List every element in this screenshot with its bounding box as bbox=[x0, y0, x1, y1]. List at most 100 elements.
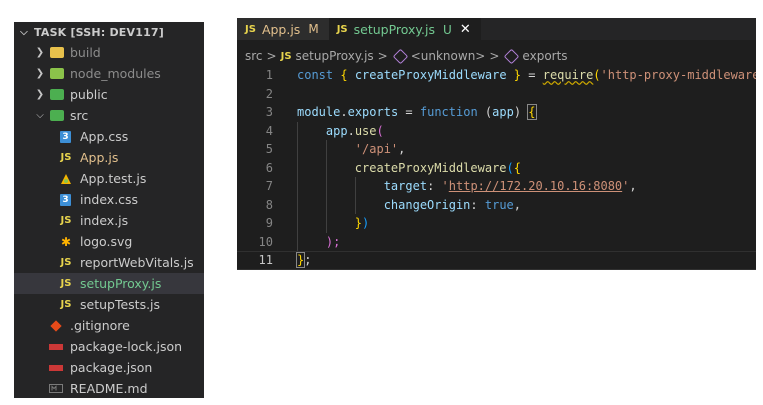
code-line: 10 ); bbox=[237, 232, 756, 251]
tab-app-js[interactable]: JS App.js M bbox=[237, 18, 329, 40]
tree-item-label: README.md bbox=[70, 381, 148, 396]
line-number: 1 bbox=[265, 68, 273, 83]
tab-setup-proxy[interactable]: JS setupProxy.js U ✕ bbox=[328, 18, 481, 40]
line-number: 10 bbox=[258, 234, 273, 249]
markdown-file-icon bbox=[48, 382, 64, 396]
close-icon[interactable]: ✕ bbox=[460, 22, 471, 37]
indent-guide bbox=[326, 214, 327, 233]
line-text: changeOrigin: true, bbox=[383, 197, 522, 212]
line-number: 5 bbox=[265, 142, 273, 157]
line-text: }) bbox=[354, 216, 370, 231]
line-number: 4 bbox=[265, 123, 273, 138]
tree-item-label: index.css bbox=[80, 192, 139, 207]
workspace-title: TASK [SSH: DEV117] bbox=[34, 25, 164, 39]
breadcrumb-separator: > bbox=[266, 49, 277, 63]
tree-item-label: src bbox=[70, 108, 89, 123]
breadcrumb-symbol-exports[interactable]: exports bbox=[522, 49, 567, 63]
tree-item-label: index.js bbox=[80, 213, 129, 228]
line-number: 7 bbox=[265, 179, 273, 194]
indent-guide bbox=[297, 177, 298, 196]
code-line: 3 module.exports = function (app) { bbox=[237, 103, 756, 122]
line-text: createProxyMiddleware({ bbox=[354, 160, 521, 175]
symbol-cube-icon bbox=[504, 48, 520, 64]
tab-bar: JS App.js M JS setupProxy.js U ✕ bbox=[237, 18, 756, 40]
css-file-icon: 3 bbox=[60, 130, 71, 143]
code-line: 2 bbox=[237, 85, 756, 104]
tree-item-node-modules[interactable]: ❯ node_modules bbox=[14, 63, 204, 84]
line-text: target: 'http://172.20.10.16:8080', bbox=[383, 179, 637, 194]
proxy-target-link[interactable]: http://172.20.10.16:8080 bbox=[449, 179, 622, 193]
js-file-icon: JS bbox=[60, 299, 72, 310]
tree-item-readme[interactable]: README.md bbox=[14, 378, 204, 398]
git-file-icon bbox=[48, 319, 64, 333]
css-file-icon: 3 bbox=[60, 193, 71, 206]
indent-guide bbox=[297, 158, 298, 177]
tree-item-label: package.json bbox=[70, 360, 153, 375]
chevron-down-icon: ⌵ bbox=[20, 26, 28, 38]
breadcrumb-folder[interactable]: src bbox=[245, 49, 263, 63]
chevron-right-icon: ❯ bbox=[35, 89, 45, 100]
explorer-header[interactable]: ⌵ TASK [SSH: DEV117] bbox=[14, 22, 204, 42]
js-file-icon: JS bbox=[60, 152, 72, 163]
tree-item-label: node_modules bbox=[70, 66, 161, 81]
code-area[interactable]: 1 const { createProxyMiddleware } = requ… bbox=[237, 66, 756, 270]
tab-label: App.js bbox=[261, 21, 301, 37]
js-file-icon: JS bbox=[60, 257, 72, 268]
indent-guide bbox=[297, 121, 298, 140]
tree-item-label: public bbox=[70, 87, 108, 102]
tree-item-report-web-vitals[interactable]: JS reportWebVitals.js bbox=[14, 252, 204, 273]
tree-item-label: package-lock.json bbox=[70, 339, 183, 354]
tree-item-public[interactable]: ❯ public bbox=[14, 84, 204, 105]
indent-guide bbox=[355, 177, 356, 196]
tree-item-app-test-js[interactable]: App.test.js bbox=[14, 168, 204, 189]
code-editor: JS App.js M JS setupProxy.js U ✕ src > J… bbox=[237, 18, 756, 270]
breadcrumb-symbol-unknown[interactable]: <unknown> bbox=[411, 49, 486, 63]
tree-item-build[interactable]: ❯ build bbox=[14, 42, 204, 63]
tree-item-app-js[interactable]: JS App.js bbox=[14, 147, 204, 168]
breadcrumb-file[interactable]: setupProxy.js bbox=[296, 49, 374, 63]
tree-item-label: App.js bbox=[80, 150, 119, 165]
line-text: const { createProxyMiddleware } = requir… bbox=[297, 68, 756, 83]
indent-guide bbox=[297, 140, 298, 159]
chevron-right-icon: ❯ bbox=[35, 68, 45, 79]
indent-guide bbox=[326, 177, 327, 196]
js-file-icon: JS bbox=[336, 24, 348, 35]
breadcrumb-separator: > bbox=[377, 49, 388, 63]
tree-item-label: reportWebVitals.js bbox=[80, 255, 194, 270]
tree-item-label: build bbox=[70, 45, 101, 60]
tree-item-setup-tests[interactable]: JS setupTests.js bbox=[14, 294, 204, 315]
tree-item-index-js[interactable]: JS index.js bbox=[14, 210, 204, 231]
svg-file-icon: ✱ bbox=[60, 234, 72, 249]
tree-item-app-css[interactable]: 3 App.css bbox=[14, 126, 204, 147]
explorer-panel: ⌵ TASK [SSH: DEV117] ❯ build ❯ node_modu… bbox=[14, 22, 204, 398]
tree-item-label: setupTests.js bbox=[80, 297, 161, 312]
json-file-icon bbox=[48, 340, 64, 354]
indent-guide bbox=[326, 158, 327, 177]
code-line: 4 app.use( bbox=[237, 121, 756, 140]
indent-guide bbox=[355, 195, 356, 214]
code-line: 5 '/api', bbox=[237, 140, 756, 159]
breadcrumb: src > JS setupProxy.js > <unknown> > exp… bbox=[237, 46, 756, 66]
indent-guide bbox=[297, 232, 298, 251]
indent-guide bbox=[297, 195, 298, 214]
tree-item-index-css[interactable]: 3 index.css bbox=[14, 189, 204, 210]
tree-item-label: setupProxy.js bbox=[80, 276, 162, 291]
code-line: 1 const { createProxyMiddleware } = requ… bbox=[237, 66, 756, 85]
code-line: 7 target: 'http://172.20.10.16:8080', bbox=[237, 177, 756, 196]
tree-item-setup-proxy[interactable]: JS setupProxy.js bbox=[14, 273, 204, 294]
symbol-cube-icon bbox=[392, 48, 408, 64]
folder-build-icon bbox=[50, 47, 64, 58]
indent-guide bbox=[297, 214, 298, 233]
tree-item-gitignore[interactable]: .gitignore bbox=[14, 315, 204, 336]
tree-item-src[interactable]: ⌵ src bbox=[14, 105, 204, 126]
folder-node-icon bbox=[50, 68, 64, 79]
line-number: 8 bbox=[265, 197, 273, 212]
indent-guide bbox=[326, 140, 327, 159]
folder-public-icon bbox=[50, 89, 64, 100]
tree-item-package-json[interactable]: package.json bbox=[14, 357, 204, 378]
code-line-current: 11 }; bbox=[237, 251, 756, 270]
tree-item-logo-svg[interactable]: ✱ logo.svg bbox=[14, 231, 204, 252]
tree-item-package-lock[interactable]: package-lock.json bbox=[14, 336, 204, 357]
line-text: ); bbox=[325, 234, 341, 249]
code-line: 9 }) bbox=[237, 214, 756, 233]
